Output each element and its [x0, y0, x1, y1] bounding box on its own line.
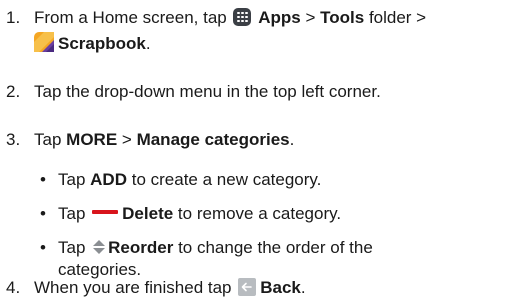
step-text: Scrapbook. [34, 32, 151, 56]
bullet-text: Tap Reorder to change the order of the [58, 238, 373, 257]
delete-label: Delete [122, 204, 174, 223]
apps-grid-icon [233, 8, 252, 26]
bullet-dot: • [40, 204, 46, 223]
back-arrow-icon [238, 278, 257, 296]
instructions-page: { "steps": [ { "number": "1.", "line1": … [0, 0, 516, 297]
manage-categories-label: Manage categories [136, 130, 290, 149]
apps-label: Apps [258, 8, 301, 27]
step-text: From a Home screen, tap Apps > Tools fol… [34, 8, 427, 27]
step-number: 3. [6, 130, 21, 149]
bullet-dot: • [40, 170, 46, 189]
minus-icon [92, 210, 119, 214]
tools-label: Tools [320, 8, 365, 27]
step-text: Tap MORE > Manage categories. [34, 130, 295, 149]
back-label: Back [260, 278, 301, 297]
step-text: Tap the drop-down menu in the top left c… [34, 82, 381, 101]
add-label: ADD [90, 170, 127, 189]
bullet-text: Tap Delete to remove a category. [58, 204, 342, 223]
bullet-dot: • [40, 238, 46, 257]
more-label: MORE [66, 130, 118, 149]
step-number: 1. [6, 8, 21, 27]
scrapbook-app-icon [34, 32, 54, 52]
scrapbook-label: Scrapbook [58, 34, 146, 53]
reorder-icon [92, 238, 106, 254]
step-number: 2. [6, 82, 21, 101]
step-number: 4. [6, 278, 21, 297]
reorder-label: Reorder [108, 238, 174, 257]
step-text: When you are finished tap Back. [34, 278, 306, 297]
bullet-text: Tap ADD to create a new category. [58, 170, 322, 189]
